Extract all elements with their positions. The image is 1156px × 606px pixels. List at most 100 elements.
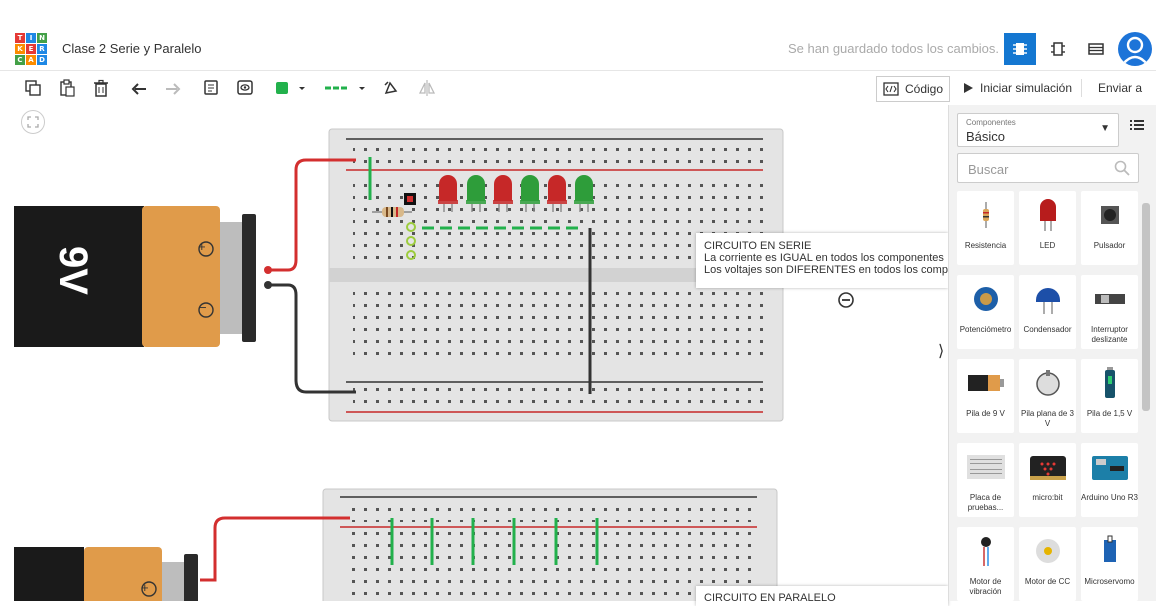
resistor-icon	[957, 195, 1014, 235]
copy-icon	[25, 80, 41, 96]
eye-note-icon	[237, 80, 253, 95]
component-label: Condensador	[1023, 325, 1072, 334]
note-pin[interactable]	[838, 292, 854, 308]
copy-button[interactable]	[20, 75, 46, 101]
logo-letter: K	[15, 44, 25, 54]
play-icon	[964, 83, 973, 93]
component-card[interactable]: LED	[1019, 191, 1076, 265]
note-parallel-title: CIRCUITO EN PARALELO	[704, 592, 836, 604]
battery-label: 9V	[50, 246, 95, 295]
paste-button[interactable]	[54, 75, 80, 101]
fill-color-picker[interactable]	[272, 75, 312, 101]
redo-button[interactable]	[160, 75, 186, 101]
flip-button[interactable]	[414, 75, 440, 101]
color-swatch-icon	[276, 82, 305, 94]
collapse-panel-button[interactable]: ⟩	[938, 341, 944, 361]
components-panel: Componentes Básico ▼ Resistencia LED Pulsa…	[948, 105, 1156, 601]
note-series[interactable]: CIRCUITO EN SERIE La corriente es IGUAL …	[696, 233, 948, 288]
potentiometer-icon	[957, 279, 1014, 319]
circuit-view-button[interactable]	[1004, 33, 1036, 65]
component-label: Interruptor deslizante	[1091, 325, 1128, 344]
user-avatar[interactable]	[1118, 32, 1152, 66]
user-icon	[1122, 36, 1148, 65]
panel-scrollbar[interactable]	[1141, 195, 1151, 597]
circuit-canvas[interactable]: 9V + − +	[0, 105, 948, 601]
component-label: Pulsador	[1093, 241, 1126, 250]
code-button[interactable]: Código	[876, 76, 951, 102]
list-view-icon	[1130, 120, 1144, 130]
component-label: Motor de vibración	[969, 577, 1002, 596]
component-card[interactable]: Pila de 1,5 V	[1081, 359, 1138, 433]
component-card[interactable]: micro:bit	[1019, 443, 1076, 517]
tinkercad-logo[interactable]: TIN KER CAD	[15, 33, 47, 65]
search-icon[interactable]	[1114, 160, 1130, 176]
send-to-button[interactable]: Enviar a	[1092, 76, 1148, 100]
category-value: Básico	[966, 129, 1006, 144]
component-label: Potenciómetro	[959, 325, 1012, 334]
start-simulation-button[interactable]: Iniciar simulación	[956, 76, 1078, 100]
component-card[interactable]: Pila plana de 3 V	[1019, 359, 1076, 433]
notes-button[interactable]	[198, 75, 224, 101]
panel-scroll-thumb[interactable]	[1142, 203, 1150, 411]
fit-view-button[interactable]	[21, 110, 45, 134]
component-card[interactable]: Arduino Uno R3	[1081, 443, 1138, 517]
component-card[interactable]: Placa de pruebas...	[957, 443, 1014, 517]
capacitor-icon	[1019, 279, 1076, 319]
chevron-right-icon: ⟩	[938, 343, 945, 360]
project-title[interactable]: Clase 2 Serie y Paralelo	[62, 41, 201, 56]
toggle-notes-button[interactable]	[232, 75, 258, 101]
battery-9v-bottom[interactable]	[14, 547, 198, 601]
list-view-button[interactable]	[1129, 117, 1145, 138]
battery-9v-icon	[957, 363, 1014, 403]
arduino-icon	[1081, 447, 1138, 487]
fit-view-icon	[27, 116, 39, 128]
flip-icon	[418, 80, 436, 96]
battery-minus-sign: −	[199, 300, 207, 315]
component-card[interactable]: Pulsador	[1081, 191, 1138, 265]
dc-motor-icon	[1019, 531, 1076, 571]
pushbutton-icon	[1081, 195, 1138, 235]
wire-style-icon	[325, 86, 365, 90]
component-card[interactable]: Resistencia	[957, 191, 1014, 265]
note-series-line1: La corriente es IGUAL en todos los compo…	[704, 252, 944, 264]
battery-aa-icon	[1081, 363, 1138, 403]
logo-letter: A	[26, 55, 36, 65]
category-select[interactable]: Componentes Básico ▼	[957, 113, 1119, 147]
edit-toolbar: Código Iniciar simulación Enviar a	[0, 70, 1156, 106]
component-card[interactable]: Pila de 9 V	[957, 359, 1014, 433]
component-label: Arduino Uno R3	[1081, 493, 1138, 502]
simulate-label: Iniciar simulación	[980, 81, 1073, 95]
paste-icon	[60, 79, 75, 97]
component-card[interactable]: Potenciómetro	[957, 275, 1014, 349]
trash-icon	[94, 79, 108, 97]
component-list-button[interactable]	[1080, 33, 1112, 65]
code-label: Código	[905, 82, 944, 96]
component-search	[957, 153, 1139, 183]
note-icon	[204, 80, 218, 95]
logo-letter: I	[26, 33, 36, 43]
logo-letter: N	[37, 33, 47, 43]
component-card[interactable]: Condensador	[1019, 275, 1076, 349]
rotate-icon	[384, 81, 398, 95]
save-status: Se han guardado todos los cambios.	[788, 41, 1000, 56]
battery-plus-sign: +	[198, 239, 206, 254]
wire-type-picker[interactable]	[322, 75, 370, 101]
note-parallel[interactable]: CIRCUITO EN PARALELO	[696, 586, 948, 606]
component-card[interactable]: Microservomo	[1081, 527, 1138, 601]
circuit-drawing	[14, 128, 854, 601]
delete-button[interactable]	[88, 75, 114, 101]
chip-icon	[1013, 43, 1027, 55]
component-label: Motor de CC	[1024, 577, 1071, 586]
undo-button[interactable]	[126, 75, 152, 101]
component-label: Resistencia	[964, 241, 1007, 250]
component-card[interactable]: Motor de CC	[1019, 527, 1076, 601]
search-input[interactable]	[966, 159, 1110, 179]
component-card[interactable]: Interruptor deslizante	[1081, 275, 1138, 349]
component-label: Placa de pruebas...	[967, 493, 1004, 512]
component-card[interactable]: Motor de vibración	[957, 527, 1014, 601]
component-label: micro:bit	[1032, 493, 1063, 502]
breadboard-icon	[957, 447, 1014, 487]
rotate-button[interactable]	[378, 75, 404, 101]
schematic-view-button[interactable]	[1042, 33, 1074, 65]
schematic-icon	[1051, 42, 1065, 56]
